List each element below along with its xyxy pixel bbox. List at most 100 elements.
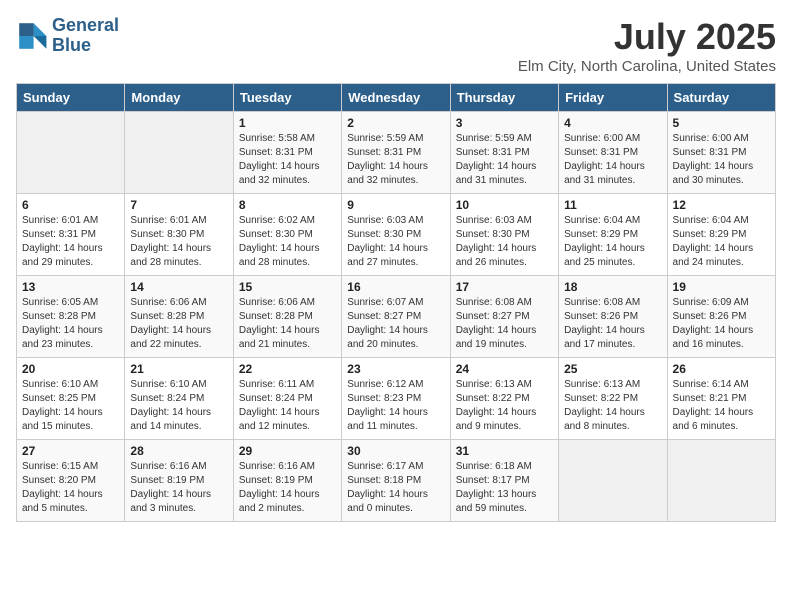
day-detail: Sunrise: 6:10 AMSunset: 8:25 PMDaylight:… [22, 378, 119, 434]
day-detail: Sunrise: 6:06 AMSunset: 8:28 PMDaylight:… [239, 296, 336, 352]
main-title: July 2025 [518, 16, 776, 58]
day-number: 25 [564, 362, 661, 376]
logo: General Blue [16, 16, 119, 56]
day-number: 19 [673, 280, 770, 294]
calendar-cell: 10Sunrise: 6:03 AMSunset: 8:30 PMDayligh… [450, 194, 558, 276]
calendar-cell [667, 440, 775, 522]
day-number: 10 [456, 198, 553, 212]
day-detail: Sunrise: 6:04 AMSunset: 8:29 PMDaylight:… [673, 214, 770, 270]
day-number: 17 [456, 280, 553, 294]
calendar-cell: 19 Sunrise: 6:09 AMSunset: 8:26 PMDayligh… [667, 276, 775, 358]
day-detail: Sunrise: 6:01 AMSunset: 8:30 PMDaylight:… [130, 214, 227, 270]
calendar-header-row: SundayMondayTuesdayWednesdayThursdayFrid… [17, 84, 776, 112]
day-number: 13 [22, 280, 119, 294]
day-number: 18 [564, 280, 661, 294]
day-number: 24 [456, 362, 553, 376]
calendar-cell: 24 Sunrise: 6:13 AMSunset: 8:22 PMDayligh… [450, 358, 558, 440]
calendar-cell: 25 Sunrise: 6:13 AMSunset: 8:22 PMDayligh… [559, 358, 667, 440]
calendar-cell: 12 Sunrise: 6:04 AMSunset: 8:29 PMDayligh… [667, 194, 775, 276]
day-number: 3 [456, 116, 553, 130]
day-number: 21 [130, 362, 227, 376]
day-number: 14 [130, 280, 227, 294]
calendar-cell: 9Sunrise: 6:03 AMSunset: 8:30 PMDaylight… [342, 194, 450, 276]
calendar-cell [17, 112, 125, 194]
day-number: 11 [564, 198, 661, 212]
calendar-cell [125, 112, 233, 194]
day-detail: Sunrise: 6:13 AMSunset: 8:22 PMDaylight:… [456, 378, 553, 434]
calendar-week-row: 20 Sunrise: 6:10 AMSunset: 8:25 PMDayligh… [17, 358, 776, 440]
day-number: 26 [673, 362, 770, 376]
calendar-week-row: 13 Sunrise: 6:05 AMSunset: 8:28 PMDayligh… [17, 276, 776, 358]
day-number: 27 [22, 444, 119, 458]
calendar-cell: 27 Sunrise: 6:15 AMSunset: 8:20 PMDayligh… [17, 440, 125, 522]
day-number: 1 [239, 116, 336, 130]
day-detail: Sunrise: 6:13 AMSunset: 8:22 PMDaylight:… [564, 378, 661, 434]
calendar-cell: 17Sunrise: 6:08 AMSunset: 8:27 PMDayligh… [450, 276, 558, 358]
logo-text: General Blue [52, 16, 119, 56]
day-detail: Sunrise: 6:06 AMSunset: 8:28 PMDaylight:… [130, 296, 227, 352]
calendar-cell: 7 Sunrise: 6:01 AMSunset: 8:30 PMDaylight… [125, 194, 233, 276]
day-number: 29 [239, 444, 336, 458]
calendar-cell: 2 Sunrise: 5:59 AMSunset: 8:31 PMDaylight… [342, 112, 450, 194]
calendar-cell: 1 Sunrise: 5:58 AMSunset: 8:31 PMDaylight… [233, 112, 341, 194]
day-number: 31 [456, 444, 553, 458]
logo-icon [16, 20, 48, 52]
day-detail: Sunrise: 5:59 AMSunset: 8:31 PMDaylight:… [347, 132, 444, 188]
day-number: 15 [239, 280, 336, 294]
calendar-cell: 29Sunrise: 6:16 AMSunset: 8:19 PMDayligh… [233, 440, 341, 522]
day-detail: Sunrise: 6:02 AMSunset: 8:30 PMDaylight:… [239, 214, 336, 270]
day-detail: Sunrise: 6:00 AMSunset: 8:31 PMDaylight:… [673, 132, 770, 188]
calendar-cell: 11 Sunrise: 6:04 AMSunset: 8:29 PMDayligh… [559, 194, 667, 276]
day-number: 30 [347, 444, 444, 458]
calendar-cell: 8Sunrise: 6:02 AMSunset: 8:30 PMDaylight… [233, 194, 341, 276]
day-detail: Sunrise: 5:59 AMSunset: 8:31 PMDaylight:… [456, 132, 553, 188]
day-detail: Sunrise: 6:16 AMSunset: 8:19 PMDaylight:… [130, 460, 227, 516]
calendar-cell [559, 440, 667, 522]
header-sunday: Sunday [17, 84, 125, 112]
day-number: 2 [347, 116, 444, 130]
day-detail: Sunrise: 6:15 AMSunset: 8:20 PMDaylight:… [22, 460, 119, 516]
header-monday: Monday [125, 84, 233, 112]
day-detail: Sunrise: 6:03 AMSunset: 8:30 PMDaylight:… [347, 214, 444, 270]
day-number: 12 [673, 198, 770, 212]
day-detail: Sunrise: 6:12 AMSunset: 8:23 PMDaylight:… [347, 378, 444, 434]
header-wednesday: Wednesday [342, 84, 450, 112]
calendar-cell: 30 Sunrise: 6:17 AMSunset: 8:18 PMDayligh… [342, 440, 450, 522]
day-detail: Sunrise: 6:17 AMSunset: 8:18 PMDaylight:… [347, 460, 444, 516]
day-number: 20 [22, 362, 119, 376]
day-detail: Sunrise: 6:04 AMSunset: 8:29 PMDaylight:… [564, 214, 661, 270]
header-friday: Friday [559, 84, 667, 112]
day-detail: Sunrise: 6:10 AMSunset: 8:24 PMDaylight:… [130, 378, 227, 434]
day-detail: Sunrise: 6:11 AMSunset: 8:24 PMDaylight:… [239, 378, 336, 434]
day-number: 16 [347, 280, 444, 294]
day-detail: Sunrise: 6:09 AMSunset: 8:26 PMDaylight:… [673, 296, 770, 352]
page-header: General Blue July 2025 Elm City, North C… [16, 16, 776, 75]
day-detail: Sunrise: 6:01 AMSunset: 8:31 PMDaylight:… [22, 214, 119, 270]
calendar-week-row: 6 Sunrise: 6:01 AMSunset: 8:31 PMDaylight… [17, 194, 776, 276]
day-detail: Sunrise: 6:14 AMSunset: 8:21 PMDaylight:… [673, 378, 770, 434]
calendar-cell: 14 Sunrise: 6:06 AMSunset: 8:28 PMDayligh… [125, 276, 233, 358]
day-number: 7 [130, 198, 227, 212]
calendar-week-row: 27 Sunrise: 6:15 AMSunset: 8:20 PMDayligh… [17, 440, 776, 522]
day-number: 23 [347, 362, 444, 376]
day-number: 22 [239, 362, 336, 376]
calendar-table: SundayMondayTuesdayWednesdayThursdayFrid… [16, 83, 776, 522]
calendar-week-row: 1 Sunrise: 5:58 AMSunset: 8:31 PMDaylight… [17, 112, 776, 194]
day-number: 5 [673, 116, 770, 130]
title-block: July 2025 Elm City, North Carolina, Unit… [518, 16, 776, 75]
calendar-cell: 28Sunrise: 6:16 AMSunset: 8:19 PMDayligh… [125, 440, 233, 522]
day-detail: Sunrise: 6:00 AMSunset: 8:31 PMDaylight:… [564, 132, 661, 188]
calendar-cell: 3 Sunrise: 5:59 AMSunset: 8:31 PMDaylight… [450, 112, 558, 194]
header-thursday: Thursday [450, 84, 558, 112]
calendar-cell: 18 Sunrise: 6:08 AMSunset: 8:26 PMDayligh… [559, 276, 667, 358]
day-number: 6 [22, 198, 119, 212]
day-detail: Sunrise: 6:18 AMSunset: 8:17 PMDaylight:… [456, 460, 553, 516]
calendar-cell: 21 Sunrise: 6:10 AMSunset: 8:24 PMDayligh… [125, 358, 233, 440]
day-number: 4 [564, 116, 661, 130]
calendar-cell: 6 Sunrise: 6:01 AMSunset: 8:31 PMDaylight… [17, 194, 125, 276]
day-detail: Sunrise: 6:05 AMSunset: 8:28 PMDaylight:… [22, 296, 119, 352]
day-detail: Sunrise: 5:58 AMSunset: 8:31 PMDaylight:… [239, 132, 336, 188]
calendar-cell: 22 Sunrise: 6:11 AMSunset: 8:24 PMDayligh… [233, 358, 341, 440]
subtitle: Elm City, North Carolina, United States [518, 58, 776, 75]
day-detail: Sunrise: 6:08 AMSunset: 8:26 PMDaylight:… [564, 296, 661, 352]
